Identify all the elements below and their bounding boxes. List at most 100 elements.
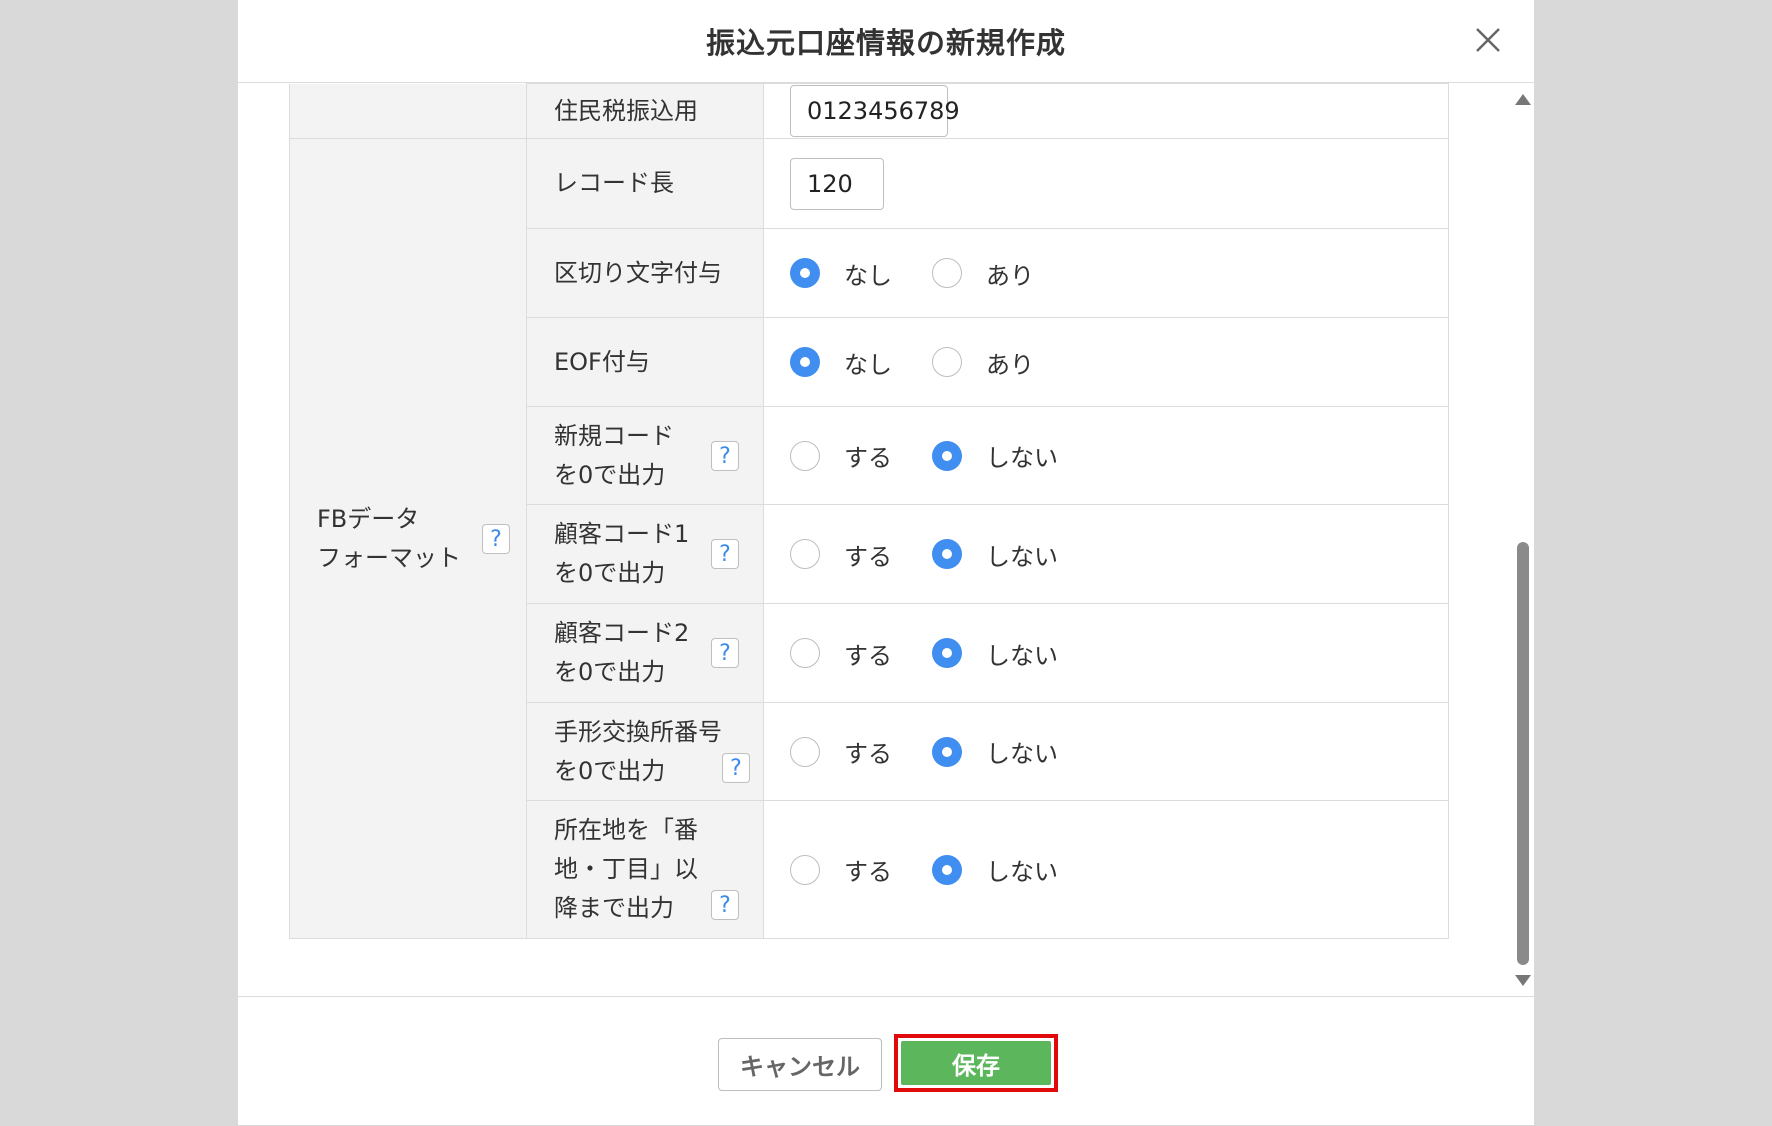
label-record-length: レコード長: [554, 169, 674, 197]
label-line: 手形交換所番号: [554, 717, 722, 746]
radio-unselected-icon: [790, 440, 820, 471]
radio-unselected-icon: [790, 539, 820, 569]
vertical-scrollbar[interactable]: [1512, 87, 1534, 993]
dialog-header: 振込元口座情報の新規作成: [238, 0, 1534, 83]
radio-customer-code1-yes[interactable]: する: [790, 537, 892, 572]
radio-label: する: [844, 740, 892, 768]
radio-label: する: [844, 641, 892, 670]
value-cell: する しない: [763, 406, 1449, 505]
help-icon[interactable]: ?: [711, 440, 739, 471]
group-label-line: フォーマット: [317, 543, 461, 572]
label-cell: 所在地を「番 地・丁目」以 降まで出力 ?: [526, 800, 764, 939]
group-label-line: FBデータ: [317, 504, 420, 533]
group-cell-fb-format: FBデータ フォーマット ?: [289, 138, 527, 939]
value-cell: なし あり: [763, 317, 1449, 407]
label-cell: 区切り文字付与: [526, 228, 764, 318]
label-line: 顧客コード1: [554, 520, 690, 548]
label-line: 新規コード: [554, 421, 674, 450]
radio-address-yes[interactable]: する: [790, 852, 892, 887]
radio-selected-icon: [932, 736, 962, 767]
save-button[interactable]: 保存: [901, 1041, 1051, 1085]
radio-unselected-icon: [790, 854, 820, 885]
label-customer-code1-zero: 顧客コード1 を0で出力: [554, 515, 689, 593]
label-line: を0で出力: [554, 460, 666, 489]
label-line: 所在地を「番: [554, 816, 698, 844]
radio-label: する: [844, 858, 892, 886]
radio-label: しない: [986, 740, 1058, 768]
scroll-down-arrow-icon[interactable]: [1515, 975, 1531, 986]
radio-customer-code2-no[interactable]: しない: [932, 636, 1058, 671]
radio-delimiter-none[interactable]: なし: [790, 256, 892, 291]
radio-clearing-house-yes[interactable]: する: [790, 734, 892, 769]
group-cell-empty: [289, 83, 527, 139]
label-new-code-zero: 新規コード を0で出力: [554, 417, 674, 495]
close-button[interactable]: [1466, 18, 1510, 62]
radio-delimiter-yes[interactable]: あり: [932, 256, 1034, 291]
label-delimiter: 区切り文字付与: [554, 258, 722, 287]
radio-label: しない: [986, 542, 1058, 571]
radio-label: しない: [986, 858, 1058, 886]
help-icon[interactable]: ?: [722, 752, 750, 783]
radio-eof-none[interactable]: なし: [790, 345, 892, 380]
value-cell: する しない: [763, 603, 1449, 703]
radio-eof-yes[interactable]: あり: [932, 345, 1034, 380]
radio-label: しない: [986, 444, 1058, 472]
resident-tax-input[interactable]: 0123456789: [790, 85, 960, 137]
table-row: FBデータ フォーマット ? レコード長 120: [289, 138, 1449, 939]
dialog-footer: キャンセル 保存: [238, 996, 1534, 1126]
radio-label: しない: [986, 641, 1058, 670]
radio-clearing-house-no[interactable]: しない: [932, 734, 1058, 769]
help-icon[interactable]: ?: [711, 638, 739, 668]
label-eof: EOF付与: [554, 347, 650, 376]
value-cell: する しない: [763, 504, 1449, 604]
radio-customer-code2-yes[interactable]: する: [790, 636, 892, 671]
help-icon[interactable]: ?: [711, 539, 739, 569]
radio-selected-icon: [932, 539, 962, 569]
cancel-button[interactable]: キャンセル: [718, 1038, 882, 1091]
label-cell: EOF付与: [526, 317, 764, 407]
dialog-body: 住民税振込用 0123456789 FBデータ フォーマット ? レコード長 1…: [238, 83, 1534, 996]
radio-label: する: [844, 444, 892, 472]
label-cell: 手形交換所番号 を0で出力 ?: [526, 702, 764, 801]
radio-selected-icon: [932, 854, 962, 885]
label-line: 顧客コード2: [554, 619, 690, 647]
radio-label: する: [844, 542, 892, 571]
radio-new-code-no[interactable]: しない: [932, 438, 1058, 473]
label-cell: 新規コード を0で出力 ?: [526, 406, 764, 505]
radio-selected-icon: [932, 638, 962, 668]
radio-selected-icon: [932, 440, 962, 471]
dialog-title: 振込元口座情報の新規作成: [705, 26, 1066, 60]
label-line: を0で出力: [554, 658, 666, 686]
radio-address-no[interactable]: しない: [932, 852, 1058, 887]
label-line: 地・丁目」以: [554, 855, 698, 883]
radio-unselected-icon: [932, 347, 962, 377]
scroll-up-arrow-icon[interactable]: [1515, 94, 1531, 105]
value-cell: する しない: [763, 800, 1449, 939]
radio-unselected-icon: [790, 736, 820, 767]
scroll-thumb[interactable]: [1517, 542, 1529, 965]
label-cell: 顧客コード1 を0で出力 ?: [526, 504, 764, 604]
label-cell: 住民税振込用: [526, 83, 764, 139]
radio-label: あり: [986, 261, 1034, 290]
label-line: を0で出力: [554, 559, 666, 587]
label-clearing-house-zero: 手形交換所番号 を0で出力: [554, 713, 722, 791]
radio-customer-code1-no[interactable]: しない: [932, 537, 1058, 572]
record-length-input[interactable]: 120: [790, 157, 884, 210]
label-cell: 顧客コード2 を0で出力 ?: [526, 603, 764, 703]
value-cell: 0123456789: [763, 83, 1449, 139]
label-line: 降まで出力: [554, 894, 674, 922]
value-cell: 120: [763, 138, 1449, 229]
help-icon[interactable]: ?: [482, 523, 510, 554]
label-customer-code2-zero: 顧客コード2 を0で出力: [554, 614, 689, 692]
save-button-highlight: 保存: [894, 1034, 1058, 1092]
value-cell: する しない: [763, 702, 1449, 801]
label-line: を0で出力: [554, 756, 666, 785]
radio-unselected-icon: [790, 638, 820, 668]
radio-unselected-icon: [932, 258, 962, 288]
value-cell: なし あり: [763, 228, 1449, 318]
help-icon[interactable]: ?: [711, 890, 739, 920]
radio-new-code-yes[interactable]: する: [790, 438, 892, 473]
close-icon: [1476, 28, 1500, 52]
label-address-output: 所在地を「番 地・丁目」以 降まで出力: [554, 811, 698, 928]
radio-label: あり: [986, 350, 1034, 379]
